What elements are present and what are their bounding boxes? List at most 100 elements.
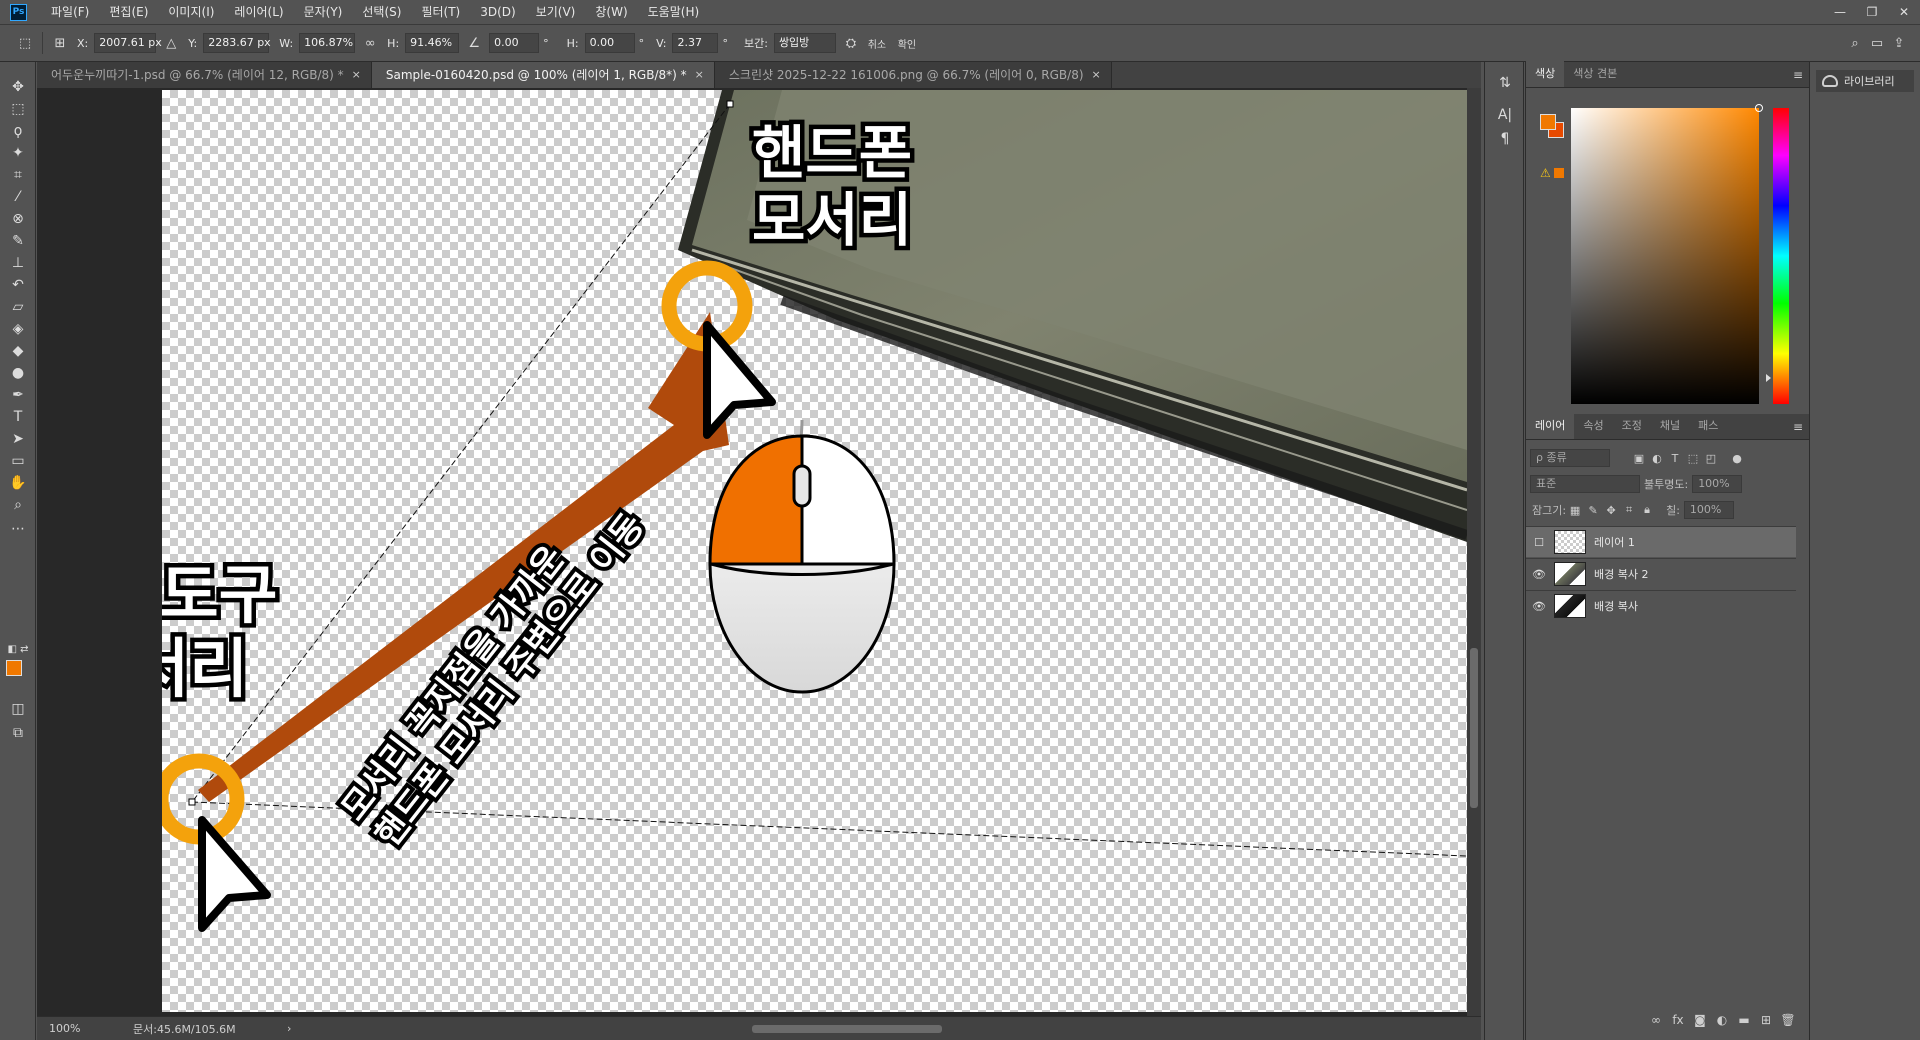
filter-type-icon[interactable]: T	[1666, 449, 1684, 467]
more-tools-icon[interactable]: ⋯	[6, 518, 30, 540]
close-button[interactable]: ✕	[1888, 0, 1920, 24]
blur-tool-icon[interactable]: ◆	[6, 340, 30, 362]
eye-icon[interactable]: 👁︎	[1526, 600, 1552, 613]
type-tool-icon[interactable]: T	[6, 406, 30, 428]
menu-layer[interactable]: 레이어(L)	[224, 0, 293, 24]
history-panel-icon[interactable]: ⇅	[1493, 72, 1517, 94]
h-field[interactable]: 91.46%	[405, 33, 460, 53]
hand-tool-icon[interactable]: ✋	[6, 472, 30, 494]
character-panel-icon[interactable]: A|	[1493, 104, 1517, 126]
tab-color[interactable]: 색상	[1526, 61, 1565, 87]
tab-document-1[interactable]: 어두운누끼따기-1.psd @ 66.7% (레이어 12, RGB/8) * …	[37, 62, 372, 88]
color-picker-cursor[interactable]	[1755, 104, 1763, 112]
zoom-tool-icon[interactable]: ⌕	[6, 494, 30, 516]
menu-help[interactable]: 도움말(H)	[638, 0, 710, 24]
close-icon[interactable]: ×	[1092, 62, 1101, 88]
blend-mode-select[interactable]: 표준	[1530, 475, 1640, 493]
y-field[interactable]: 2283.67 px	[203, 33, 271, 53]
menu-file[interactable]: 파일(F)	[41, 0, 99, 24]
layer-name[interactable]: 배경 복사 2	[1594, 566, 1648, 582]
quick-mask-icon[interactable]: ◫	[6, 698, 30, 720]
eraser-tool-icon[interactable]: ▱	[6, 296, 30, 318]
filter-shape-icon[interactable]: ⬚	[1684, 449, 1702, 467]
mask-icon[interactable]: ◙	[1689, 1013, 1711, 1027]
tab-properties[interactable]: 속성	[1574, 413, 1612, 439]
marquee-tool-icon[interactable]: ⬚	[6, 98, 30, 120]
search-icon[interactable]: ⌕	[1844, 32, 1866, 54]
healing-brush-tool-icon[interactable]: ⊗	[6, 208, 30, 230]
menu-select[interactable]: 선택(S)	[352, 0, 411, 24]
dodge-tool-icon[interactable]: ●	[6, 362, 30, 384]
filter-smart-object-icon[interactable]: ◰	[1702, 449, 1720, 467]
document-canvas[interactable]: 핸드폰 모서리 변형도구 모서리	[162, 90, 1467, 1012]
reference-point-icon[interactable]: ⊞	[49, 32, 71, 54]
menu-edit[interactable]: 편집(E)	[99, 0, 158, 24]
zoom-level[interactable]: 100%	[37, 1022, 97, 1035]
filter-pixel-icon[interactable]: ▣	[1630, 449, 1648, 467]
panel-menu-icon[interactable]: ≡	[1793, 420, 1803, 434]
eyedropper-tool-icon[interactable]: ⁄	[6, 186, 30, 208]
tab-swatches[interactable]: 색상 견본	[1564, 61, 1626, 87]
interpolation-select[interactable]: 쌍입방	[773, 33, 836, 53]
default-colors-icon[interactable]: ◧ ⇄	[6, 638, 30, 660]
path-selection-tool-icon[interactable]: ➤	[6, 428, 30, 450]
menu-3d[interactable]: 3D(D)	[470, 0, 525, 24]
filter-adjustment-icon[interactable]: ◐	[1648, 449, 1666, 467]
vertical-scroll-thumb[interactable]	[1470, 648, 1478, 808]
layer-row[interactable]: ☐ 레이어 1	[1526, 526, 1796, 557]
layer-filter-select[interactable]: ρ 종류	[1530, 449, 1610, 467]
tab-document-3[interactable]: 스크린샷 2025-12-22 161006.png @ 66.7% (레이어 …	[714, 62, 1112, 88]
clone-stamp-tool-icon[interactable]: ⊥	[6, 252, 30, 274]
document-info[interactable]: 문서:45.6M/105.6M	[97, 1021, 287, 1037]
tab-channels[interactable]: 채널	[1651, 413, 1689, 439]
menu-view[interactable]: 보기(V)	[526, 0, 586, 24]
layer-row[interactable]: 👁︎ 배경 복사	[1526, 590, 1796, 621]
lock-position-icon[interactable]: ✥	[1602, 501, 1620, 519]
paragraph-panel-icon[interactable]: ¶	[1493, 128, 1517, 150]
w-field[interactable]: 106.87%	[299, 33, 356, 53]
pen-tool-icon[interactable]: ✒	[6, 384, 30, 406]
layer-name[interactable]: 배경 복사	[1594, 598, 1638, 614]
tab-layers[interactable]: 레이어	[1526, 413, 1575, 439]
lock-all-icon[interactable]: 🔒︎	[1638, 501, 1656, 519]
trash-icon[interactable]: 🗑︎	[1777, 1013, 1799, 1027]
crop-tool-icon[interactable]: ⌗	[6, 164, 30, 186]
transform-tool-preset-icon[interactable]: ⬚	[14, 32, 36, 54]
layer-row[interactable]: 👁︎ 배경 복사 2	[1526, 558, 1796, 589]
delta-icon[interactable]: △	[160, 32, 182, 54]
gamut-warning-swatch[interactable]	[1554, 168, 1564, 178]
opacity-field[interactable]: 100%	[1692, 475, 1743, 493]
status-menu-arrow[interactable]: ›	[287, 1022, 307, 1035]
layer-name[interactable]: 레이어 1	[1594, 534, 1635, 550]
commit-transform-button[interactable]: 확인	[892, 32, 922, 54]
menu-filter[interactable]: 필터(T)	[411, 0, 470, 24]
cancel-transform-button[interactable]: 취소	[862, 32, 892, 54]
hskew-field[interactable]: 0.00	[584, 33, 635, 53]
share-icon[interactable]: ⇪	[1888, 32, 1910, 54]
vskew-field[interactable]: 2.37	[672, 33, 719, 53]
tab-document-2[interactable]: Sample-0160420.psd @ 100% (레이어 1, RGB/8*…	[371, 62, 715, 88]
foreground-color-swatch[interactable]	[1540, 114, 1556, 130]
restore-button[interactable]: ❐	[1856, 0, 1888, 24]
move-tool-icon[interactable]: ✥	[6, 76, 30, 98]
color-picker-field[interactable]	[1571, 104, 1763, 404]
folder-icon[interactable]: ▬	[1733, 1013, 1755, 1027]
fill-field[interactable]: 100%	[1683, 501, 1734, 519]
lock-pixels-icon[interactable]: ✎	[1584, 501, 1602, 519]
warp-mode-icon[interactable]: ⛭	[840, 32, 862, 54]
minimize-button[interactable]: —	[1824, 0, 1856, 24]
horizontal-scrollbar[interactable]	[307, 1019, 1481, 1039]
adjustment-icon[interactable]: ◐	[1711, 1013, 1733, 1027]
angle-field[interactable]: 0.00	[489, 33, 540, 53]
menu-type[interactable]: 문자(Y)	[294, 0, 353, 24]
x-field[interactable]: 2007.61 px	[94, 33, 162, 53]
workspace-icon[interactable]: ▭	[1866, 32, 1888, 54]
fx-icon[interactable]: fx	[1667, 1013, 1689, 1027]
link-icon[interactable]: ∞	[1645, 1013, 1667, 1027]
history-brush-tool-icon[interactable]: ↶	[6, 274, 30, 296]
hue-slider[interactable]	[1766, 108, 1789, 404]
eye-icon[interactable]: 👁︎	[1526, 568, 1552, 581]
tab-paths[interactable]: 패스	[1689, 413, 1727, 439]
close-icon[interactable]: ×	[352, 62, 361, 88]
menu-image[interactable]: 이미지(I)	[158, 0, 224, 24]
